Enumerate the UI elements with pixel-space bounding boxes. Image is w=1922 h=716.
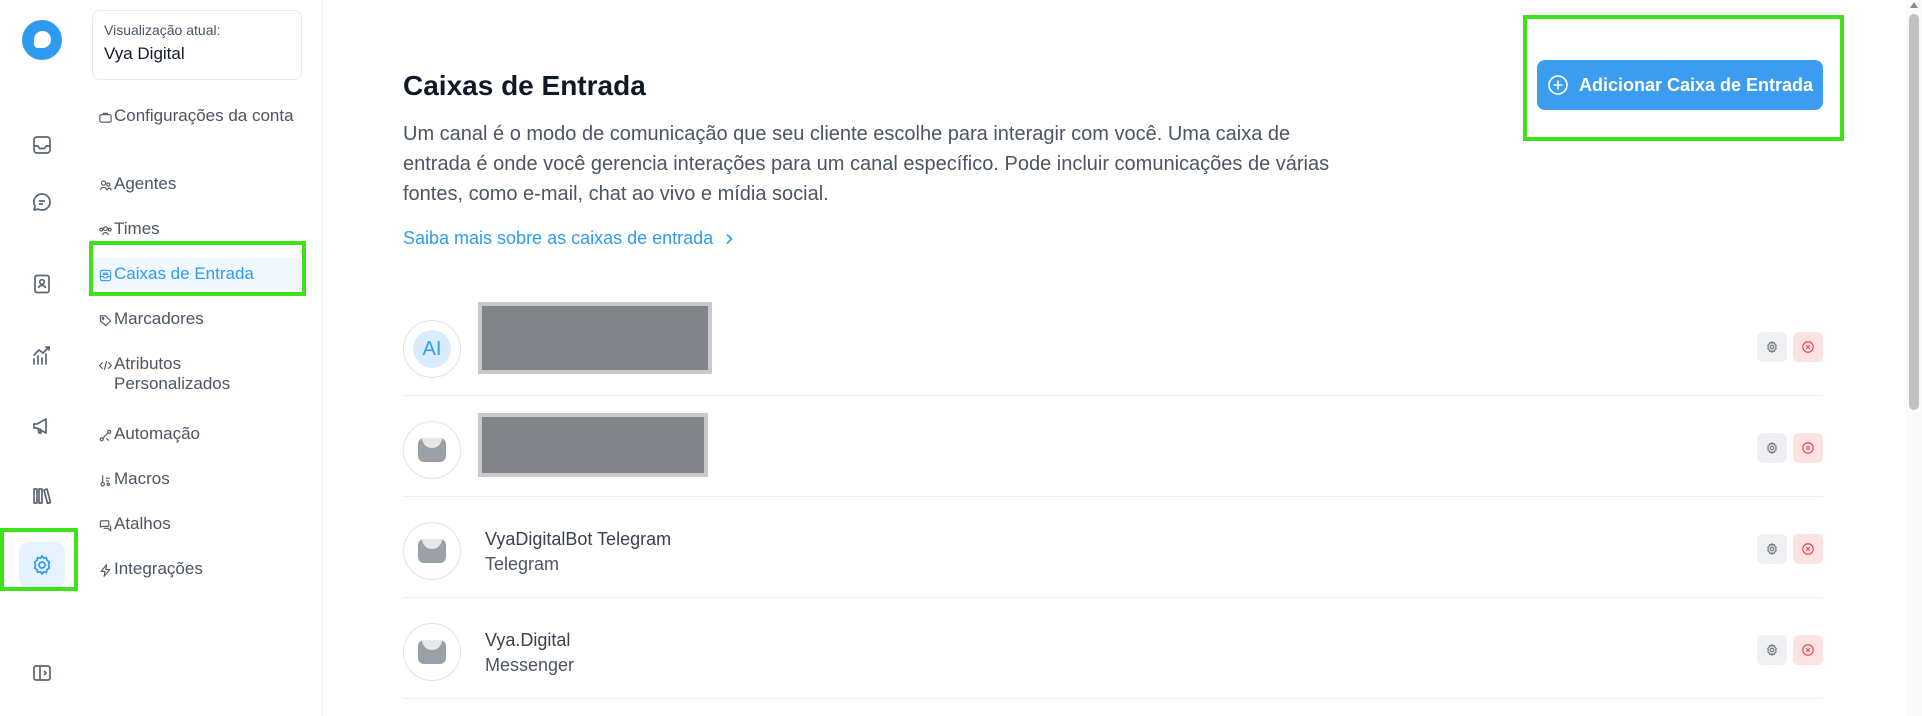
sidebar-item-label: Macros (114, 469, 170, 488)
learn-more-label: Saiba mais sobre as caixas de entrada (403, 228, 714, 248)
inbox-name: VyaDigitalBot Telegram (485, 529, 672, 549)
scrollbar[interactable] (1906, 0, 1922, 716)
page-title: Caixas de Entrada (403, 70, 646, 101)
inbox-settings-button[interactable] (1757, 433, 1787, 463)
add-inbox-button[interactable]: Adicionar Caixa de Entrada (1537, 60, 1823, 110)
automation-icon (99, 429, 112, 442)
ai-avatar-badge: AI (413, 330, 451, 368)
sidebar-item-label: Caixas de Entrada (114, 264, 254, 283)
reports-icon[interactable] (19, 333, 65, 379)
settings-icon[interactable] (19, 542, 65, 588)
gear-icon (1767, 340, 1777, 354)
inbox-icon[interactable] (19, 122, 65, 168)
inbox-delete-button[interactable] (1793, 534, 1823, 564)
users-icon (99, 180, 112, 191)
settings-sidebar: Visualização atual: Vya Digital Configur… (82, 0, 323, 716)
sidebar-item-account-settings[interactable]: Configurações da conta (92, 100, 302, 132)
people-group-icon (99, 226, 112, 236)
inbox-row: VyaDigitalBot Telegram Telegram (403, 497, 1823, 598)
sidebar-item-label: Times (114, 219, 160, 238)
sidebar-item-macros[interactable]: Macros (92, 463, 302, 495)
account-switcher[interactable]: Visualização atual: Vya Digital (92, 10, 302, 80)
contacts-icon[interactable] (19, 261, 65, 307)
inbox-icon (99, 269, 112, 282)
sidebar-item-label: Configurações da conta (114, 106, 294, 125)
inbox-tray-icon (418, 438, 446, 462)
inbox-channel: Telegram (485, 554, 560, 574)
scrollbar-thumb[interactable] (1909, 14, 1919, 410)
app-logo-icon[interactable] (22, 20, 62, 60)
inbox-row (403, 396, 1823, 497)
inbox-settings-button[interactable] (1757, 635, 1787, 665)
macros-icon (100, 475, 111, 487)
inbox-tray-icon (418, 539, 446, 563)
close-circle-icon (1802, 644, 1814, 656)
page-description: Um canal é o modo de comunicação que seu… (403, 123, 1330, 205)
sidebar-item-custom-attributes[interactable]: Atributos Personalizados (92, 348, 302, 400)
chevron-right-icon (726, 233, 733, 244)
gear-icon (1767, 542, 1777, 556)
inbox-row: AI (403, 295, 1823, 396)
chat-icon[interactable] (19, 179, 65, 225)
sidebar-toggle-icon[interactable] (19, 650, 65, 696)
lightning-icon (100, 564, 111, 577)
close-circle-icon (1802, 341, 1814, 353)
sidebar-item-shortcuts[interactable]: Atalhos (92, 508, 302, 540)
plus-circle-icon (1548, 75, 1568, 95)
inbox-settings-button[interactable] (1757, 332, 1787, 362)
learn-more-link[interactable]: Saiba mais sobre as caixas de entrada (403, 228, 737, 249)
scroll-up-arrow-icon[interactable] (1910, 2, 1918, 8)
inbox-settings-button[interactable] (1757, 534, 1787, 564)
library-icon[interactable] (19, 473, 65, 519)
row-actions (1757, 635, 1823, 665)
row-actions (1757, 332, 1823, 362)
sidebar-item-teams[interactable]: Times (92, 213, 302, 245)
inbox-avatar (403, 421, 461, 479)
add-inbox-label: Adicionar Caixa de Entrada (1578, 74, 1814, 95)
icon-rail (0, 0, 83, 716)
gear-icon (1767, 441, 1777, 455)
inbox-tray-icon (418, 640, 446, 664)
sidebar-item-label: Integrações (114, 559, 203, 578)
briefcase-icon (99, 112, 112, 123)
sidebar-item-label: Marcadores (114, 309, 204, 328)
account-name: Vya Digital (104, 44, 185, 63)
sidebar-item-label: Automação (114, 424, 200, 443)
inbox-channel: Messenger (485, 655, 575, 675)
row-actions (1757, 433, 1823, 463)
campaigns-icon[interactable] (19, 403, 65, 449)
sidebar-item-label: Atalhos (114, 514, 171, 533)
redacted-block (478, 413, 708, 477)
gear-icon (1767, 643, 1777, 657)
sidebar-item-label: Agentes (114, 174, 177, 193)
sidebar-item-agents[interactable]: Agentes (92, 168, 302, 200)
account-caption: Visualização atual: (104, 22, 221, 38)
inbox-avatar (403, 623, 461, 681)
sidebar-item-automation[interactable]: Automação (92, 418, 302, 450)
close-circle-icon (1802, 543, 1814, 555)
inbox-avatar: AI (403, 320, 461, 378)
inbox-name: Vya.Digital (485, 630, 571, 650)
sidebar-item-labels[interactable]: Marcadores (92, 303, 302, 335)
close-circle-icon (1802, 442, 1814, 454)
redacted-block (478, 302, 712, 374)
row-actions (1757, 534, 1823, 564)
inbox-delete-button[interactable] (1793, 332, 1823, 362)
inbox-avatar (403, 522, 461, 580)
sidebar-item-inboxes[interactable]: Caixas de Entrada (92, 258, 302, 290)
sidebar-item-integrations[interactable]: Integrações (92, 553, 302, 585)
sidebar-item-label: Atributos Personalizados (114, 354, 231, 393)
inbox-delete-button[interactable] (1793, 433, 1823, 463)
code-icon (98, 361, 113, 370)
inbox-row: Vya.Digital Messenger (403, 598, 1823, 699)
tag-icon (99, 315, 112, 327)
chat-bubbles-icon (99, 520, 112, 532)
inbox-delete-button[interactable] (1793, 635, 1823, 665)
